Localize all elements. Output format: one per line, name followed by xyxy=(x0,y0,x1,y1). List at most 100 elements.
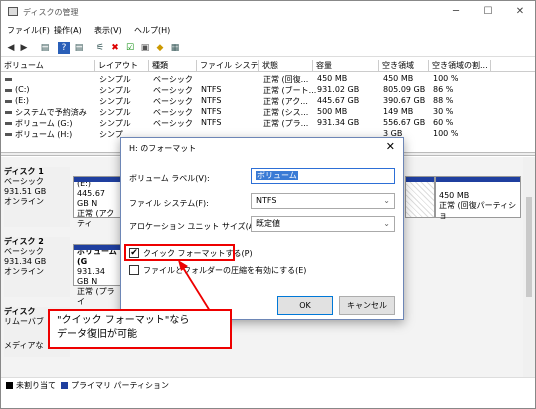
table-cell: NTFS xyxy=(201,107,222,116)
partition-status: 正常 (回復パーティショ xyxy=(439,201,517,220)
title-bar: ディスクの管理 ─ ☐ ✕ xyxy=(1,1,535,23)
unallocated-swatch xyxy=(6,382,13,389)
disk-1-partition-e[interactable]: (E:) 445.67 GB N 正常 (アクティ xyxy=(73,176,123,228)
col-status[interactable]: 状態 xyxy=(259,60,313,72)
table-row[interactable]: ボリューム (G:) シンプル ベーシック NTFS 正常 (プラ... 931.34 G… xyxy=(1,118,535,129)
table-row[interactable]: (C:) シンプル ベーシック NTFS 正常 (ブート... 931.02 GB 805.… xyxy=(1,85,535,96)
drive-icon xyxy=(5,122,12,125)
table-cell: シンプル xyxy=(99,119,131,128)
col-free-pct[interactable]: 空き領域の割... xyxy=(429,60,491,72)
cancel-button[interactable]: キャンセル xyxy=(339,296,395,315)
disk-1-recovery-partition[interactable]: 450 MB 正常 (回復パーティショ xyxy=(435,176,521,220)
table-row[interactable]: システムで予約済み シンプル ベーシック NTFS 正常 (シス... 500 MB 149… xyxy=(1,107,535,118)
menu-help[interactable]: ヘルプ(H) xyxy=(134,25,170,36)
disk-1-name: ディスク 1 xyxy=(4,167,44,176)
disk-2-partition-g[interactable]: ボリューム (G 931.34 GB N 正常 (プライ xyxy=(73,244,123,306)
disk-1-hatched-partition[interactable] xyxy=(405,176,435,218)
scroll-thumb[interactable] xyxy=(526,197,532,297)
volume-label-label: ボリューム ラベル(V): xyxy=(129,174,210,183)
table-cell: 931.02 GB xyxy=(317,85,360,94)
menu-file[interactable]: ファイル(F) xyxy=(7,25,50,36)
properties-icon[interactable]: ▤ xyxy=(73,42,85,54)
table-cell: 正常 (シス... xyxy=(263,108,309,117)
disk-2-name: ディスク 2 xyxy=(4,237,44,246)
filesystem-label: ファイル システム(F): xyxy=(129,199,209,208)
drive-icon[interactable]: ▣ xyxy=(139,42,151,54)
partition-size: 445.67 GB N xyxy=(77,189,105,208)
ok-button[interactable]: OK xyxy=(277,296,333,315)
back-icon[interactable]: ◀ xyxy=(5,42,17,54)
volume-label-input[interactable]: ボリューム xyxy=(251,168,395,184)
col-free[interactable]: 空き領域 xyxy=(379,60,429,72)
table-cell: 正常 (プラ... xyxy=(263,119,309,128)
partition-status: 正常 (アクティ xyxy=(77,209,115,228)
disk-1-size: 931.51 GB xyxy=(4,187,47,196)
table-cell: ベーシック xyxy=(153,119,193,128)
table-cell: 500 MB xyxy=(317,107,348,116)
callout-line-1: "クイック フォーマット"なら xyxy=(57,315,190,326)
volume-label-value: ボリューム xyxy=(256,171,298,180)
table-cell: ボリューム (H:) xyxy=(15,130,73,139)
folder-icon[interactable]: ◆ xyxy=(154,42,166,54)
table-cell: ベーシック xyxy=(153,86,193,95)
alloc-unit-label: アロケーション ユニット サイズ(A): xyxy=(129,222,261,231)
col-filesystem[interactable]: ファイル システム xyxy=(197,60,259,72)
alloc-unit-value: 既定値 xyxy=(256,219,280,228)
table-cell: NTFS xyxy=(201,118,222,127)
table-row[interactable]: シンプル ベーシック 正常 (回復... 450 MB 450 MB 100 % xyxy=(1,74,535,85)
compression-checkbox[interactable] xyxy=(129,265,139,275)
table-cell: 60 % xyxy=(433,118,454,127)
table-row[interactable]: (E:) シンプル ベーシック NTFS 正常 (アク... 445.67 GB 390.6… xyxy=(1,96,535,107)
col-type[interactable]: 種類 xyxy=(149,60,197,72)
check-icon[interactable]: ☑ xyxy=(124,42,136,54)
dialog-title: H: のフォーマット xyxy=(129,144,197,153)
drive-icon xyxy=(5,100,12,103)
unallocated-label: 未割り当て xyxy=(16,381,56,390)
disk-2-label[interactable]: ディスク 2 ベーシック 931.34 GB オンライン xyxy=(4,237,70,297)
toolbar: ◀ ▶ ▤ ? ▤ ⚟ ✖ ☑ ▣ ◆ ▦ xyxy=(1,39,535,57)
table-cell: ベーシック xyxy=(153,97,193,106)
vertical-scrollbar[interactable] xyxy=(523,157,535,377)
filesystem-select[interactable]: NTFS ⌄ xyxy=(251,193,395,209)
table-cell: 正常 (ブート... xyxy=(263,86,317,95)
table-cell: 445.67 GB xyxy=(317,96,360,105)
table-cell: シンプル xyxy=(99,97,131,106)
compression-label[interactable]: ファイルとフォルダーの圧縮を有効にする(E) xyxy=(143,265,306,276)
help-icon[interactable]: ? xyxy=(58,42,70,54)
table-cell: 149 MB xyxy=(383,107,414,116)
table-cell: 86 % xyxy=(433,85,454,94)
legend-bar: 未割り当て プライマリ パーティション xyxy=(1,377,535,391)
table-cell: 88 % xyxy=(433,96,454,105)
table-cell: ボリューム (G:) xyxy=(15,119,73,128)
dialog-close-button[interactable]: ✕ xyxy=(386,140,395,153)
filesystem-value: NTFS xyxy=(256,196,277,205)
quick-format-highlight xyxy=(124,244,235,261)
table-cell: シンプル xyxy=(99,108,131,117)
menu-action[interactable]: 操作(A) xyxy=(54,25,82,36)
table-cell: 931.34 GB xyxy=(317,118,360,127)
chevron-down-icon: ⌄ xyxy=(383,196,390,205)
disk-1-status: オンライン xyxy=(4,197,44,206)
drive-icon xyxy=(5,78,12,81)
table-cell: 正常 (回復... xyxy=(263,75,309,84)
col-layout[interactable]: レイアウト xyxy=(95,60,149,72)
menu-view[interactable]: 表示(V) xyxy=(94,25,122,36)
table-cell: 805.09 GB xyxy=(383,85,426,94)
format-dialog: H: のフォーマット ✕ ボリューム ラベル(V): ボリューム ファイル シス… xyxy=(120,137,404,320)
list-view-icon[interactable]: ▦ xyxy=(169,42,181,54)
menu-bar: ファイル(F) 操作(A) 表示(V) ヘルプ(H) xyxy=(1,23,535,39)
col-capacity[interactable]: 容量 xyxy=(313,60,379,72)
disk-1-label[interactable]: ディスク 1 ベーシック 931.51 GB オンライン xyxy=(4,167,70,227)
connect-icon[interactable]: ⚟ xyxy=(94,42,106,54)
maximize-button[interactable]: ☐ xyxy=(473,3,503,21)
disk-2-type: ベーシック xyxy=(4,247,44,256)
minimize-button[interactable]: ─ xyxy=(441,3,471,21)
alloc-unit-select[interactable]: 既定値 ⌄ xyxy=(251,216,395,232)
disk-2-status: オンライン xyxy=(4,267,44,276)
forward-icon[interactable]: ▶ xyxy=(18,42,30,54)
col-volume[interactable]: ボリューム xyxy=(1,60,95,72)
delete-icon[interactable]: ✖ xyxy=(109,42,121,54)
close-button[interactable]: ✕ xyxy=(505,3,535,21)
table-cell: 390.67 GB xyxy=(383,96,426,105)
console-tree-icon[interactable]: ▤ xyxy=(39,42,51,54)
